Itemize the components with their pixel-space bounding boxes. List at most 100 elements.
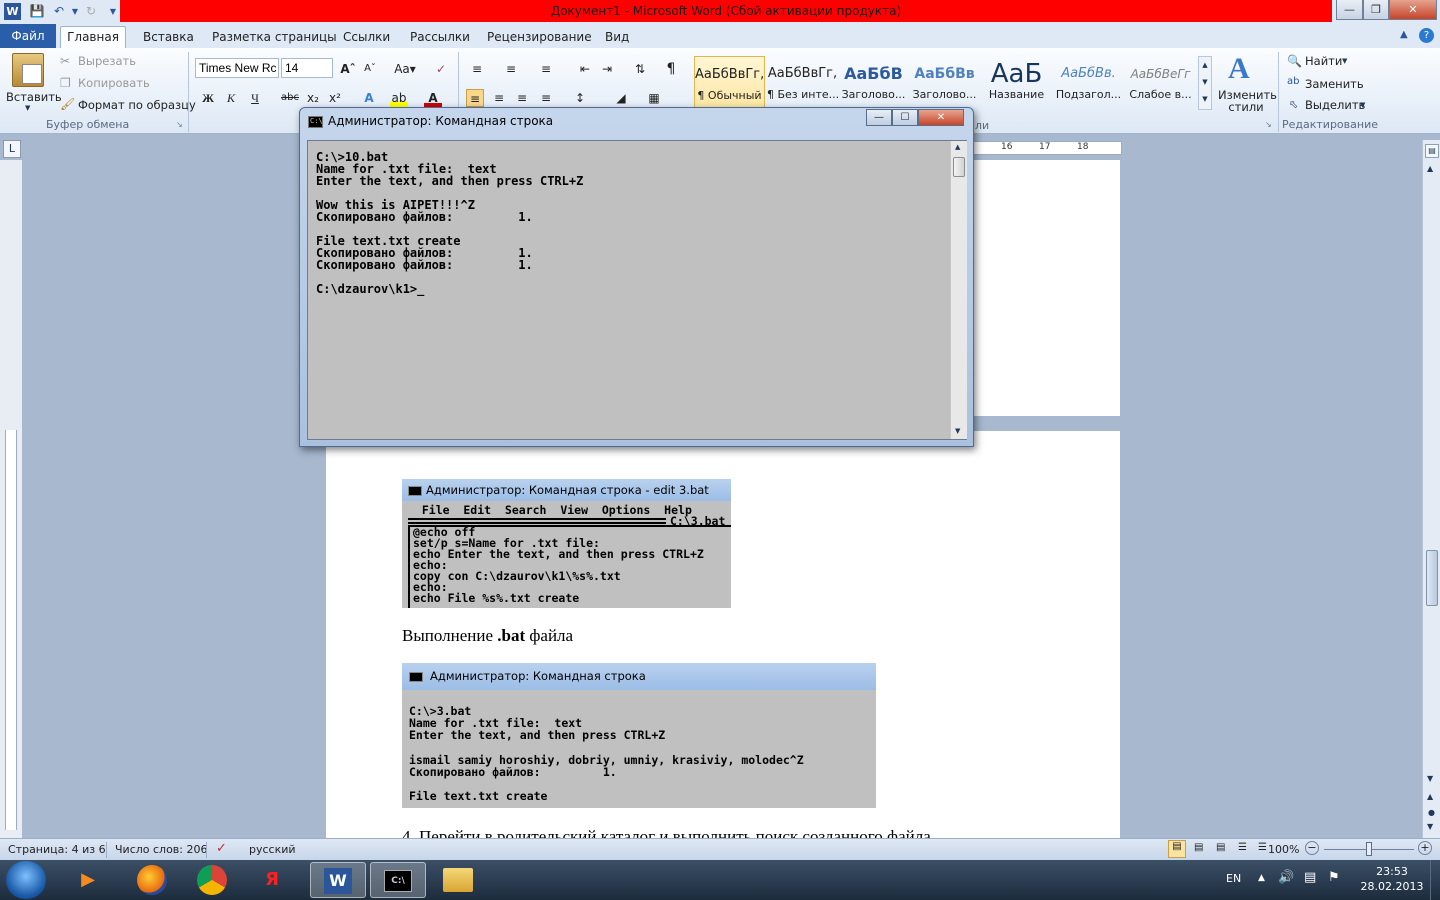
superscript-icon[interactable]: x² [326,89,344,107]
change-case-icon[interactable]: Aa▾ [393,60,417,78]
network-icon[interactable]: ▤ [1304,870,1316,885]
zoom-slider-thumb[interactable] [1366,842,1372,856]
full-screen-icon[interactable]: ▤ [1194,842,1203,853]
tab-insert[interactable]: Вставка [143,27,194,48]
minimize-ribbon-icon[interactable]: ▲ [1400,29,1408,40]
start-button[interactable] [6,861,46,899]
vertical-scrollbar[interactable]: ▤ ▲ ▼ ▲ ● ▼ [1422,140,1440,838]
italic-icon[interactable]: К [222,89,240,107]
help-icon[interactable]: ? [1419,28,1434,43]
style-normal[interactable]: АаБбВвГг, ¶ Обычный [694,56,765,108]
chevron-down-icon[interactable]: ▼ [25,104,30,112]
scroll-up-icon[interactable]: ▲ [1427,164,1433,173]
show-hidden-icon[interactable]: ▲ [1258,873,1265,883]
cut-button[interactable]: Вырезать [78,54,136,68]
tab-page-layout[interactable]: Разметка страницы [212,27,337,48]
bold-icon[interactable]: Ж [199,89,217,107]
shrink-font-icon[interactable]: Aˇ [361,60,379,78]
tab-review[interactable]: Рецензирование [487,27,592,48]
dialog-launcher-icon[interactable]: ↘ [176,120,183,129]
language-indicator[interactable]: русский [249,843,296,856]
ruler-toggle-icon[interactable]: ▤ [1425,144,1439,158]
decrease-indent-icon[interactable]: ⇤ [576,60,594,78]
change-styles-button[interactable]: Изменить стили [1218,89,1277,113]
redo-icon[interactable]: ↻ [82,3,100,20]
cursor-icon[interactable]: ⬁ [1289,98,1298,111]
print-layout-icon[interactable]: ▤ [1168,840,1186,858]
style-heading-1[interactable]: АаБбВ Заголово... [838,56,909,108]
multilevel-list-icon[interactable]: ≡ [537,60,555,78]
chrome-icon[interactable] [184,862,240,898]
tab-stop-selector[interactable]: L [3,140,21,158]
next-page-icon[interactable]: ▼ [1427,822,1433,831]
style-heading-2[interactable]: АаБбВв Заголово... [909,56,980,108]
font-name-select[interactable]: Times New Rc [195,58,279,78]
replace-icon[interactable]: ab [1287,76,1299,87]
page-indicator[interactable]: Страница: 4 из 6 [8,843,106,856]
pilcrow-icon[interactable]: ¶ [662,60,680,78]
clock[interactable]: 23:53 28.02.2013 [1352,864,1432,894]
numbering-icon[interactable]: ≡ [502,60,520,78]
word-logo-icon[interactable]: W [4,3,21,20]
flag-icon[interactable]: ⚑ [1328,870,1340,885]
scroll-thumb[interactable] [953,157,965,177]
zoom-level[interactable]: 100% [1268,843,1299,856]
explorer-icon[interactable] [430,862,486,898]
shading-icon[interactable]: ◢ [612,89,630,107]
increase-indent-icon[interactable]: ⇥ [598,60,616,78]
align-left-icon[interactable]: ≡ [466,89,484,107]
font-color-icon[interactable]: A [424,89,442,107]
format-painter-button[interactable]: Формат по образцу [78,98,196,112]
scroll-down-icon[interactable]: ▼ [955,427,960,435]
bullets-icon[interactable]: ≡ [468,60,486,78]
font-size-select[interactable]: 14 [281,58,333,78]
tab-file[interactable]: Файл [0,24,56,48]
line-spacing-icon[interactable]: ↕ [571,89,589,107]
draft-icon[interactable]: ☰ [1258,842,1267,853]
styles-scroll[interactable]: ▲ ▼ ▼ [1198,56,1212,110]
outline-icon[interactable]: ☰ [1238,842,1247,853]
style-subtitle[interactable]: АаБбВв. Подзагол... [1053,56,1124,108]
justify-icon[interactable]: ≡ [537,89,555,107]
find-button[interactable]: Найти [1305,54,1342,68]
clear-format-icon[interactable]: ✓ [432,60,450,78]
scissors-icon[interactable]: ✂ [60,54,70,68]
select-button[interactable]: Выделить [1305,98,1365,112]
scroll-up-icon[interactable]: ▲ [955,143,960,151]
language-indicator[interactable]: EN [1226,872,1241,885]
tab-mailings[interactable]: Рассылки [410,27,470,48]
tab-view[interactable]: Вид [605,27,629,48]
style-title[interactable]: АаБ Название [981,56,1052,108]
format-painter-icon[interactable]: 🖌 [60,97,75,111]
chevron-down-icon[interactable]: ▼ [1342,57,1347,65]
scroll-thumb[interactable] [1426,550,1438,606]
style-subtle-emphasis[interactable]: АаБбВеГг Слабое в... [1125,56,1196,108]
tab-references[interactable]: Ссылки [343,27,390,48]
grow-font-icon[interactable]: Aˆ [339,60,357,78]
firefox-icon[interactable] [124,862,180,898]
speaker-icon[interactable]: 🔊 [1278,870,1294,885]
proofing-icon[interactable]: ✓ [216,841,227,856]
align-right-icon[interactable]: ≡ [513,89,531,107]
strikethrough-icon[interactable]: abc [281,89,299,107]
cmd-taskbar-icon[interactable]: C:\ [370,862,426,898]
binoculars-icon[interactable]: 🔍 [1287,54,1302,68]
sort-icon[interactable]: ⇅ [631,60,649,78]
style-no-spacing[interactable]: АаБбВвГг, ¶ Без инте... [767,56,838,108]
dialog-launcher-icon[interactable]: ↘ [1265,120,1272,129]
borders-icon[interactable]: ▦ [645,89,663,107]
cmd-minimize-button[interactable]: — [866,109,892,126]
paste-button[interactable]: Вставить [6,90,62,104]
cmd-scrollbar[interactable]: ▲ ▼ [950,141,967,439]
prev-page-icon[interactable]: ▲ [1427,792,1433,801]
cmd-window[interactable]: C:\ Администратор: Командная строка — ☐ … [299,107,974,447]
zoom-in-icon[interactable]: + [1418,841,1432,855]
word-count[interactable]: Число слов: 206 [115,843,208,856]
zoom-out-icon[interactable]: − [1305,841,1319,855]
text-effects-icon[interactable]: A [360,89,378,107]
align-center-icon[interactable]: ≡ [490,89,508,107]
cmd-close-button[interactable]: ✕ [918,109,964,126]
scroll-down-icon[interactable]: ▼ [1427,774,1433,783]
change-styles-icon[interactable]: A [1228,52,1250,86]
yandex-icon[interactable]: Я [244,862,300,898]
